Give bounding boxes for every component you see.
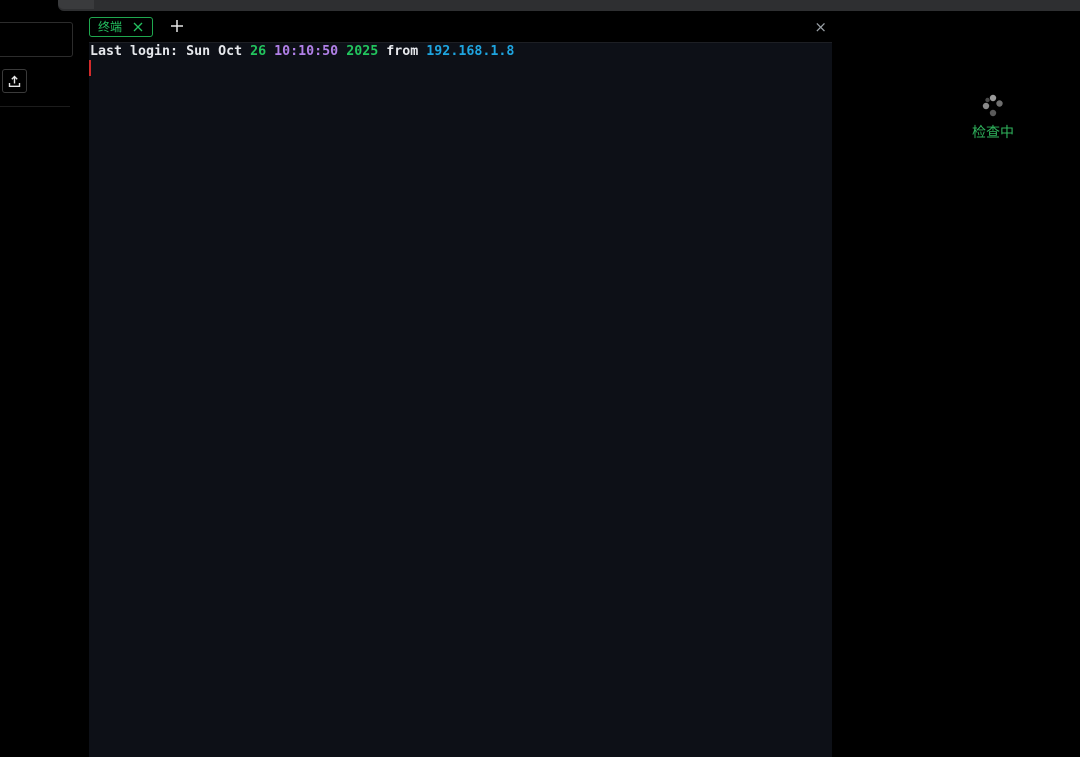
- top-strip: [58, 0, 1080, 11]
- terminal-line-last-login: Last login: Sun Oct 26 10:10:50 2025 fro…: [90, 43, 514, 60]
- loading-spinner-icon: [982, 94, 1003, 117]
- tab-terminal[interactable]: 终端: [89, 17, 153, 37]
- top-strip-handle: [58, 0, 94, 9]
- terminal-output[interactable]: Last login: Sun Oct 26 10:10:50 2025 fro…: [89, 43, 832, 757]
- login-prefix: Last login: Sun Oct: [90, 44, 251, 59]
- panel-close-button[interactable]: ×: [814, 20, 827, 35]
- close-icon[interactable]: [132, 21, 144, 33]
- login-ip: 192.168.1.8: [426, 44, 515, 59]
- app-window: 终端 × Last login: Sun Oct 26 10:10:50 202…: [0, 0, 1080, 757]
- login-time: 10:10:50: [274, 44, 339, 59]
- terminal-cursor: [89, 60, 91, 76]
- upload-icon: [8, 75, 21, 87]
- login-from: from: [386, 44, 419, 59]
- plus-icon[interactable]: [169, 18, 185, 34]
- upload-button[interactable]: [2, 69, 27, 93]
- login-year: 2025: [346, 44, 379, 59]
- tab-label: 终端: [98, 20, 123, 34]
- status-indicator: 检查中: [960, 94, 1026, 148]
- status-text: 检查中: [972, 125, 1014, 141]
- login-day: 26: [250, 44, 267, 59]
- left-divider: [0, 106, 70, 107]
- left-search-field[interactable]: [0, 22, 73, 57]
- terminal-tab-bar: 终端 ×: [89, 12, 832, 43]
